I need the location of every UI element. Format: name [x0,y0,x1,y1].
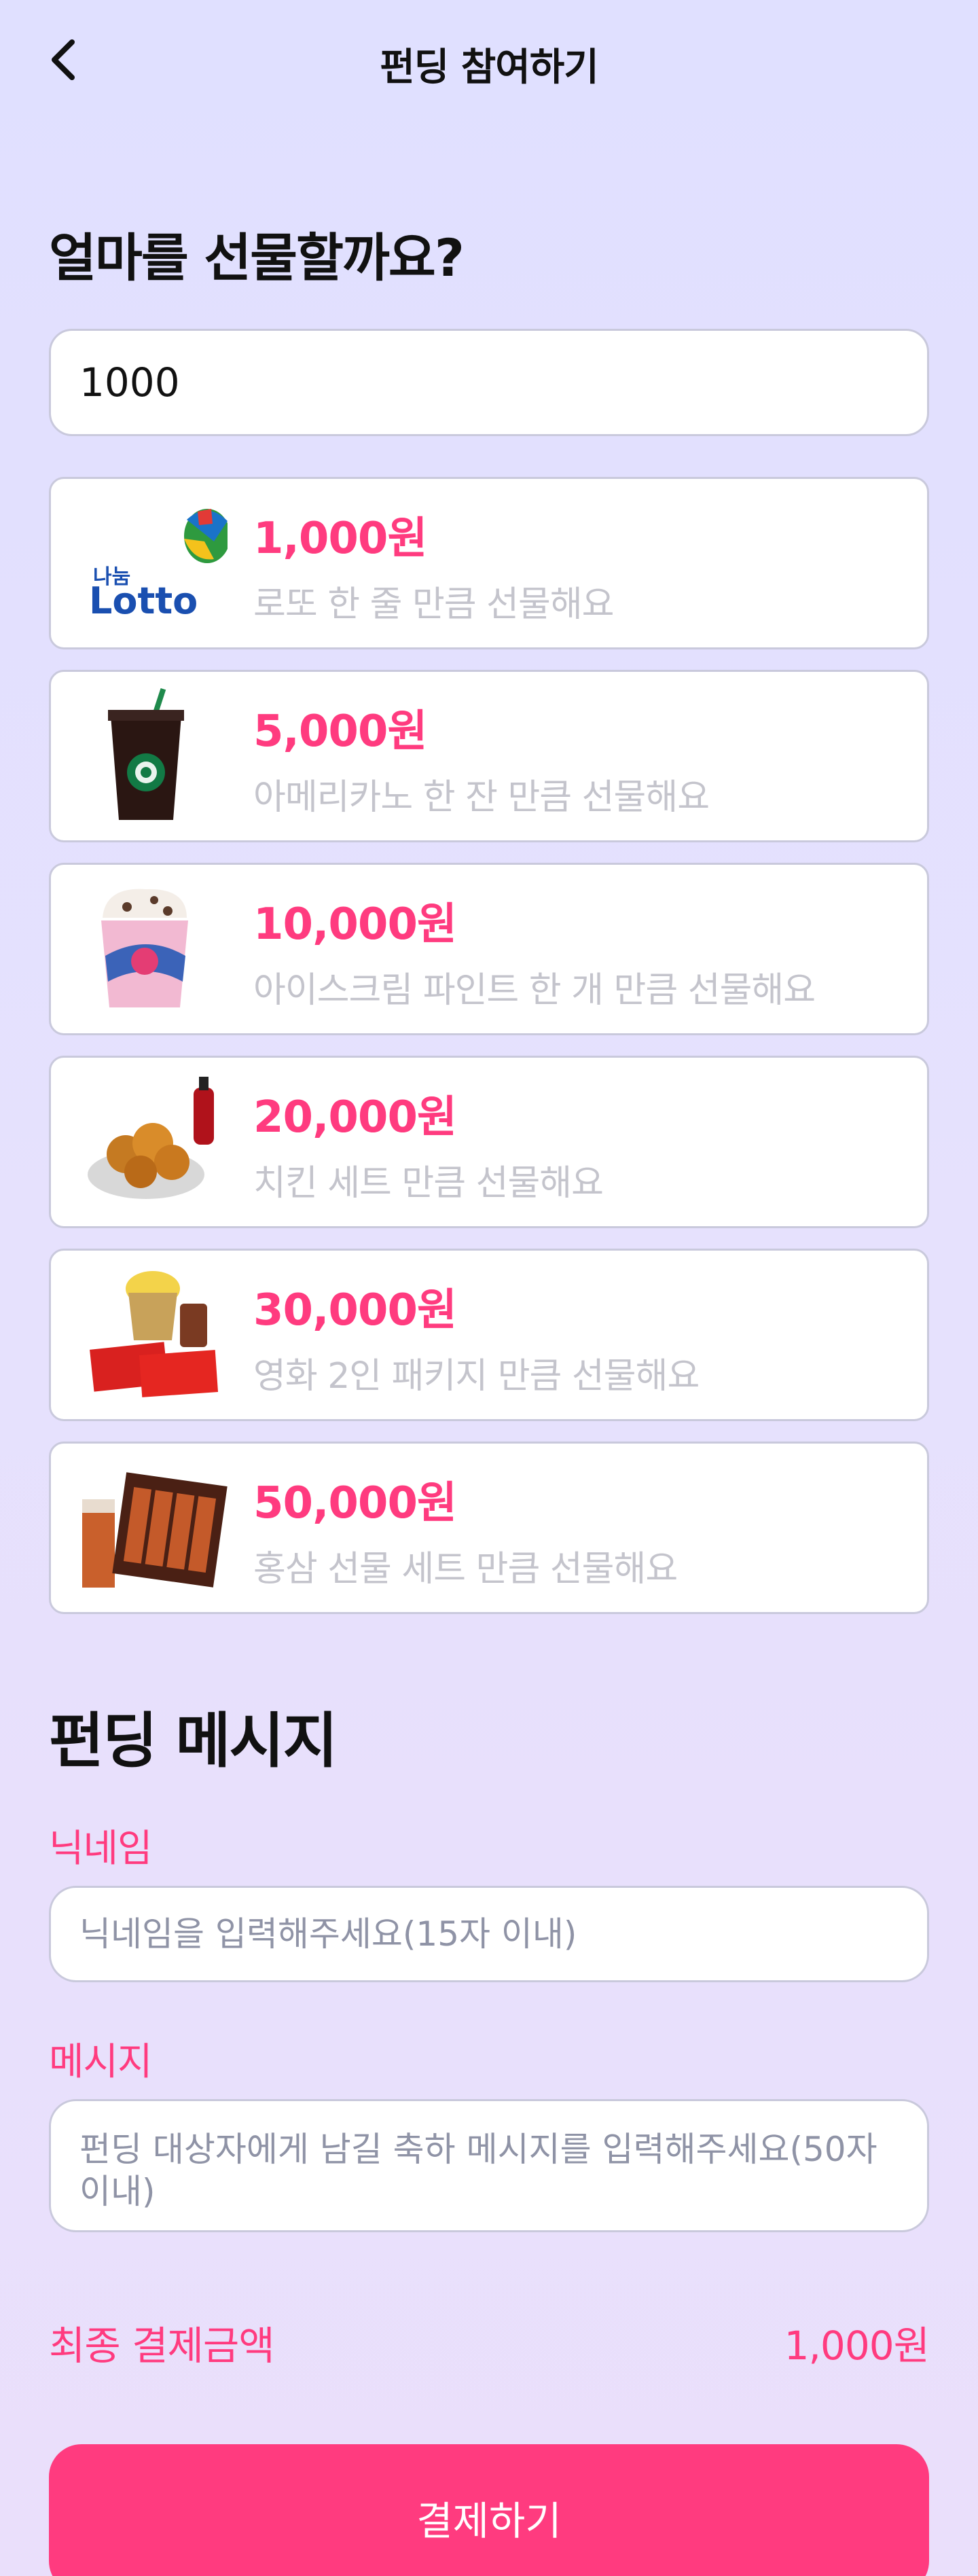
option-card-1000[interactable]: 나눔 Lotto 1,000원 로또 한 줄 만큼 선물해요 [49,477,929,649]
message-label: 메시지 [49,2040,153,2084]
option-description: 영화 2인 패키지 만큼 선물해요 [253,1356,700,1397]
amount-input[interactable] [49,329,929,436]
lotto-icon: 나눔 Lotto [78,494,230,632]
option-price: 1,000원 [253,514,427,564]
option-description: 치킨 세트 만큼 선물해요 [253,1163,604,1204]
message-input[interactable] [49,2099,929,2232]
option-card-5000[interactable]: 5,000원 아메리카노 한 잔 만큼 선물해요 [49,670,929,842]
amount-section-title: 얼마를 선물할까요? [49,228,465,288]
chicken-set-icon [78,1073,228,1211]
svg-text:Lotto: Lotto [89,579,198,622]
option-description: 홍삼 선물 세트 만큼 선물해요 [253,1549,678,1590]
header: 펀딩 참여하기 [0,0,978,129]
option-price: 10,000원 [253,899,457,950]
option-price: 20,000원 [253,1092,457,1143]
option-card-20000[interactable]: 20,000원 치킨 세트 만큼 선물해요 [49,1056,929,1228]
amount-options-list: 나눔 Lotto 1,000원 로또 한 줄 만큼 선물해요 5,000원 아메… [49,477,929,1634]
pay-button[interactable]: 결제하기 [49,2444,929,2576]
message-section-title: 펀딩 메시지 [49,1706,338,1776]
option-description: 아이스크림 파인트 한 개 만큼 선물해요 [253,970,816,1011]
option-description: 로또 한 줄 만큼 선물해요 [253,584,615,625]
option-card-10000[interactable]: 10,000원 아이스크림 파인트 한 개 만큼 선물해요 [49,863,929,1035]
option-price: 5,000원 [253,706,427,757]
option-card-50000[interactable]: 50,000원 홍삼 선물 세트 만큼 선물해요 [49,1442,929,1614]
red-ginseng-gift-icon [78,1459,228,1597]
option-description: 아메리카노 한 잔 만큼 선물해요 [253,777,710,818]
ice-cream-pint-icon [78,880,228,1018]
option-card-30000[interactable]: 30,000원 영화 2인 패키지 만큼 선물해요 [49,1249,929,1421]
page-title: 펀딩 참여하기 [380,46,599,90]
funding-participate-page: 펀딩 참여하기 얼마를 선물할까요? 나눔 Lotto 1,000원 로또 한 … [0,0,978,2576]
nickname-label: 닉네임 [49,1827,153,1871]
option-price: 30,000원 [253,1285,457,1336]
movie-package-icon [78,1266,228,1404]
total-amount-value: 1,000원 [784,2323,930,2369]
coffee-cup-icon [78,687,228,825]
option-price: 50,000원 [253,1478,457,1528]
total-amount-label: 최종 결제금액 [49,2323,275,2369]
nickname-input[interactable] [49,1886,929,1982]
